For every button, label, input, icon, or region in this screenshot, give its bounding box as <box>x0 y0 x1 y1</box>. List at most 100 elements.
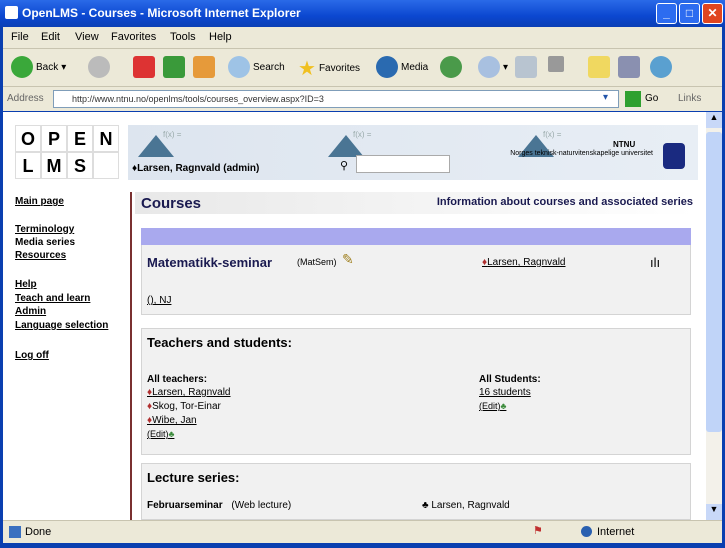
toolbar: Back ▾ Search ★ Favorites Media ▾ <box>3 49 722 87</box>
address-label: Address <box>7 93 44 104</box>
course-language-link[interactable]: (), NJ <box>147 295 171 306</box>
messenger-button[interactable] <box>650 56 672 78</box>
edit-pencil-icon[interactable]: ✎ <box>342 251 354 268</box>
stop-button[interactable] <box>133 56 155 78</box>
history-icon <box>440 56 462 78</box>
course-owner-link[interactable]: ♦Larsen, Ragnvald <box>482 257 566 268</box>
scroll-up-button[interactable]: ▲ <box>706 112 722 128</box>
forward-arrow-icon <box>88 56 110 78</box>
ntnu-label: NTNU <box>613 140 636 149</box>
status-text: Done <box>25 526 52 538</box>
privacy-icon: ⚑ <box>533 525 543 537</box>
address-dropdown[interactable]: ▾ <box>603 92 608 103</box>
edit-button[interactable] <box>548 56 564 72</box>
lecture-row[interactable]: Februarseminar (Web lecture) ♣ Larsen, R… <box>147 500 687 514</box>
nav-help[interactable]: Help <box>15 279 37 290</box>
go-arrow-icon[interactable] <box>625 91 641 107</box>
back-label: Back <box>36 61 59 73</box>
discuss-button[interactable] <box>588 56 610 78</box>
scroll-down-button[interactable]: ▼ <box>706 504 722 520</box>
ie-icon <box>5 6 18 19</box>
window-title: OpenLMS - Courses - Microsoft Internet E… <box>22 6 301 20</box>
nav-log-off[interactable]: Log off <box>15 350 49 361</box>
print-icon <box>515 56 537 78</box>
refresh-icon <box>163 56 185 78</box>
page-icon <box>9 526 21 538</box>
site-search-input[interactable] <box>356 155 450 173</box>
menu-tools[interactable]: Tools <box>170 31 196 43</box>
links-button[interactable]: Links <box>678 93 701 104</box>
ntnu-logo <box>663 143 685 169</box>
edit-teachers-link[interactable]: (Edit)♣ <box>147 429 174 439</box>
nav-resources[interactable]: Resources <box>15 250 66 261</box>
people-box: Teachers and students: All teachers: ♦La… <box>141 328 691 455</box>
formula-decoration: f(x) = <box>353 130 372 139</box>
nav-admin[interactable]: Admin <box>15 306 46 317</box>
menu-file[interactable]: File <box>11 31 29 43</box>
search-icon: ⚲ <box>340 160 349 172</box>
statistics-icon[interactable]: ılı <box>650 255 660 270</box>
teacher-link[interactable]: ♦Larsen, Ragnvald <box>147 387 231 398</box>
lecture-detail: (Web lecture) <box>231 500 292 511</box>
address-input[interactable]: http://www.ntnu.no/openlms/tools/courses… <box>53 90 619 108</box>
favorites-button[interactable]: ★ Favorites <box>298 56 360 81</box>
teacher-item: ♦Skog, Tor-Einar <box>147 401 221 412</box>
teacher-link[interactable]: ♦Wibe, Jan <box>147 415 197 426</box>
menu-edit[interactable]: Edit <box>41 31 60 43</box>
course-box: Matematikk-seminar (MatSem) ✎ ♦Larsen, R… <box>141 245 691 315</box>
formula-decoration: f(x) = <box>543 130 562 139</box>
mail-icon <box>478 56 500 78</box>
zone-label: Internet <box>597 526 635 538</box>
print-button[interactable] <box>515 56 537 78</box>
back-arrow-icon <box>11 56 33 78</box>
refresh-button[interactable] <box>163 56 185 78</box>
menu-view[interactable]: View <box>75 31 99 43</box>
history-button[interactable] <box>440 56 462 78</box>
research-button[interactable] <box>618 56 640 78</box>
students-label: All Students: <box>479 374 541 385</box>
ntnu-name: Norges teknisk-naturvitenskapelige unive… <box>510 150 653 157</box>
favorites-label: Favorites <box>318 63 361 74</box>
header-banner: f(x) = f(x) = f(x) = ♦Larsen, Ragnvald (… <box>128 125 698 180</box>
nav-teach-and-learn[interactable]: Teach and learn <box>15 293 90 304</box>
edit-students-link[interactable]: (Edit)♣ <box>479 401 506 411</box>
nav-language-selection[interactable]: Language selection <box>15 320 108 331</box>
mail-button[interactable]: ▾ <box>478 56 508 78</box>
media-button[interactable]: Media <box>376 56 428 78</box>
scroll-thumb[interactable] <box>706 132 722 432</box>
close-button[interactable]: ✕ <box>702 3 723 24</box>
menu-favorites[interactable]: Favorites <box>111 31 156 43</box>
star-icon: ★ <box>298 58 316 80</box>
people-icon: ♣ <box>168 429 175 439</box>
people-heading: Teachers and students: <box>147 335 292 350</box>
search-label: Search <box>253 61 285 73</box>
edit-icon <box>548 56 564 72</box>
forward-button[interactable] <box>88 56 110 78</box>
openlms-logo: OPEN LMS <box>15 125 119 179</box>
lecture-owner: ♣ Larsen, Ragnvald <box>422 500 510 511</box>
vertical-scrollbar[interactable]: ▲ ▼ <box>706 112 722 520</box>
nav-main-page[interactable]: Main page <box>15 196 64 207</box>
address-bar: Address http://www.ntnu.no/openlms/tools… <box>3 87 722 111</box>
search-button[interactable]: Search <box>228 56 285 78</box>
lecture-name: Februarseminar <box>147 500 223 511</box>
teachers-label: All teachers: <box>147 374 208 385</box>
back-button[interactable]: Back ▾ <box>11 56 66 78</box>
nav-media-series[interactable]: Media series <box>15 237 75 248</box>
page-title: Courses <box>141 195 202 212</box>
info-link[interactable]: Information about courses and associated… <box>437 196 693 208</box>
course-name: Matematikk-seminar <box>147 255 272 270</box>
home-icon <box>193 56 215 78</box>
maximize-button[interactable]: □ <box>679 3 700 24</box>
students-link[interactable]: 16 students <box>479 387 531 398</box>
home-button[interactable] <box>193 56 215 78</box>
go-button[interactable]: Go <box>645 93 658 104</box>
note-icon <box>588 56 610 78</box>
status-bar: Done ⚑ Internet <box>3 520 722 543</box>
menu-help[interactable]: Help <box>209 31 232 43</box>
nav-terminology[interactable]: Terminology <box>15 224 74 235</box>
minimize-button[interactable]: _ <box>656 3 677 24</box>
page-content: OPEN LMS f(x) = f(x) = f(x) = ♦Larsen, R… <box>3 112 706 520</box>
formula-decoration: f(x) = <box>163 130 182 139</box>
people-icon: ♣ <box>500 401 507 411</box>
